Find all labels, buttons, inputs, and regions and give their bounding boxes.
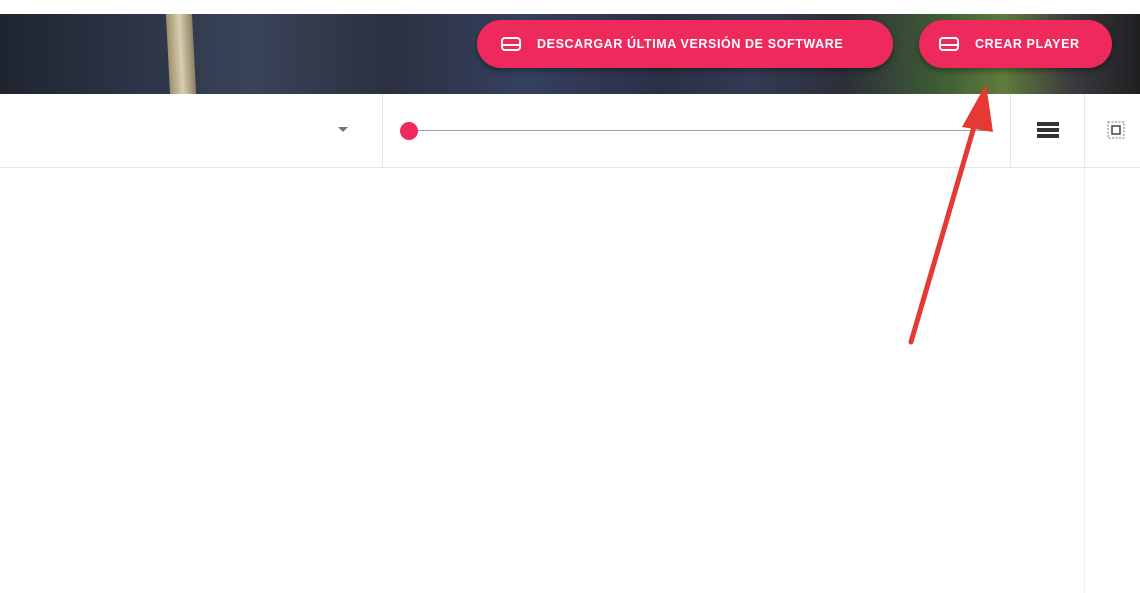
create-player-label: CREAR PLAYER — [975, 37, 1080, 51]
list-view-button[interactable] — [1010, 94, 1085, 167]
download-software-label: DESCARGAR ÚLTIMA VERSIÓN DE SOFTWARE — [537, 37, 844, 51]
grid-view-icon[interactable] — [1107, 121, 1125, 139]
banner-background-streak — [165, 14, 197, 94]
toolbar — [0, 94, 1140, 168]
header-banner: DESCARGAR ÚLTIMA VERSIÓN DE SOFTWARE CRE… — [0, 0, 1140, 94]
content-divider — [1084, 167, 1085, 593]
create-player-button[interactable]: CREAR PLAYER — [919, 20, 1112, 68]
size-slider[interactable] — [400, 94, 990, 167]
drive-icon — [939, 37, 959, 51]
slider-track[interactable] — [408, 130, 990, 131]
drive-icon — [501, 37, 521, 51]
slider-thumb[interactable] — [400, 122, 418, 140]
download-software-button[interactable]: DESCARGAR ÚLTIMA VERSIÓN DE SOFTWARE — [477, 20, 893, 68]
list-view-icon — [1037, 122, 1059, 138]
filter-dropdown[interactable] — [0, 94, 383, 167]
chevron-down-icon[interactable] — [338, 127, 348, 132]
